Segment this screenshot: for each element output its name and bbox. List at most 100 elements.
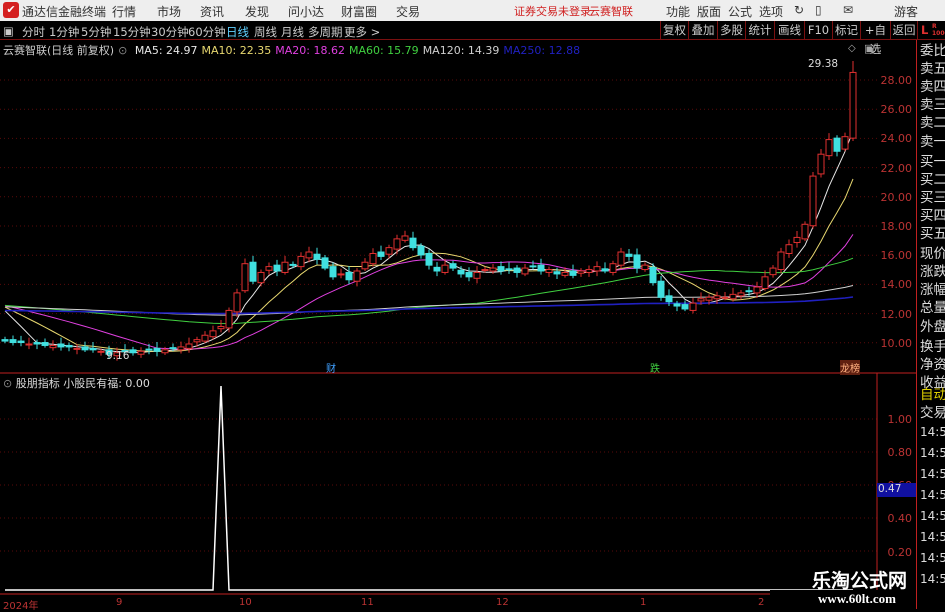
quote-label: 卖四	[920, 79, 945, 96]
candle-body	[689, 302, 697, 311]
quote-label: 卖五	[920, 61, 945, 78]
candle-body	[177, 346, 185, 351]
quote-label: 涨跌	[920, 264, 945, 281]
candle-body	[321, 257, 329, 269]
candle-body	[489, 267, 497, 272]
quote-panel: 委比 卖五 卖四 卖三 卖二 卖一 买一 买二 买三 买四 买五 现价 涨跌 涨幅 总量 外盘 换手 净资 收益 自动…	[916, 40, 945, 609]
dragon-tiger-marker[interactable]: 龙榜	[840, 360, 860, 375]
date-axis-label: 2024年	[3, 601, 39, 612]
candle-body	[481, 269, 489, 272]
candle-body	[465, 271, 473, 278]
candle-body	[729, 293, 737, 300]
candle-body	[625, 253, 633, 257]
candle-body	[457, 269, 465, 275]
candle-body	[513, 267, 521, 273]
candle-body	[753, 286, 761, 294]
price-axis-label: 26.00	[880, 103, 913, 117]
candle-body	[313, 253, 321, 260]
candle-body	[9, 339, 17, 344]
candle-body	[417, 245, 425, 256]
price-axis-label: 28.00	[880, 74, 913, 87]
candle-body	[545, 269, 553, 273]
date-axis-label: 2	[758, 597, 765, 608]
candle-body	[361, 261, 369, 270]
candle-body	[809, 175, 817, 227]
candle-body	[713, 295, 721, 300]
candle-body	[249, 261, 257, 282]
candle-body	[529, 265, 537, 268]
candle-body	[233, 292, 241, 313]
candle-body	[1, 339, 9, 342]
diamond-icon[interactable]: ◇	[848, 43, 856, 54]
indicator-name[interactable]: 股朋指标	[16, 377, 60, 390]
price-axis-label: 24.00	[880, 132, 913, 146]
candle-body	[825, 139, 833, 157]
quote-label: 现价	[920, 246, 945, 263]
candle-body	[225, 309, 233, 329]
date-axis-label: 1	[640, 597, 647, 608]
candle-body	[265, 266, 273, 271]
indicator-line	[5, 385, 853, 591]
candle-body	[433, 266, 441, 272]
candle-body	[161, 349, 169, 354]
candle-body	[377, 251, 385, 257]
candle-body	[449, 263, 457, 269]
indicator-dropdown-icon[interactable]: ⊙	[3, 377, 12, 390]
trade-time: 14:56	[920, 425, 945, 439]
candle-body	[41, 342, 49, 346]
candle-body	[393, 238, 401, 250]
candle-body	[129, 349, 137, 354]
low-price-label: 9.16	[106, 350, 130, 362]
candle-body	[17, 340, 25, 344]
panel-icon[interactable]: ▣	[864, 42, 874, 55]
candle-body	[793, 236, 801, 244]
drop-marker[interactable]: 跌	[650, 360, 660, 375]
candle-body	[297, 255, 305, 268]
candle-body	[497, 266, 505, 272]
quote-label: 总量	[920, 300, 945, 317]
candle-body	[617, 251, 625, 266]
candle-body	[145, 348, 153, 351]
candle-body	[577, 270, 585, 274]
quote-label: 卖一	[920, 133, 945, 150]
candle-body	[289, 263, 297, 266]
candle-body	[257, 271, 265, 284]
candle-body	[721, 296, 729, 299]
trade-time: 14:56	[920, 446, 945, 460]
candle-body	[505, 268, 513, 271]
candle-body	[385, 247, 393, 255]
quote-label: 卖三	[920, 97, 945, 114]
candle-body	[473, 271, 481, 279]
candle-body	[273, 264, 281, 272]
candle-body	[601, 268, 609, 272]
candle-body	[785, 244, 793, 254]
candle-body	[281, 261, 289, 273]
trade-time: 14:56	[920, 467, 945, 481]
candle-body	[209, 330, 217, 338]
watermark-name: 乐淘公式网	[812, 570, 908, 592]
date-axis-label: 11	[361, 597, 374, 608]
auto-button[interactable]: 自动	[920, 386, 945, 404]
candle-body	[97, 350, 105, 353]
candle-body	[817, 153, 825, 175]
candle-body	[369, 252, 377, 265]
quote-label: 卖二	[920, 115, 945, 132]
candle-body	[73, 347, 81, 350]
indicator-current-value: 0.47	[877, 483, 916, 497]
chart-canvas[interactable]	[0, 0, 945, 609]
candle-body	[657, 280, 665, 298]
candle-body	[25, 343, 33, 346]
quote-label: 买四	[920, 207, 945, 224]
candle-body	[649, 266, 657, 284]
candle-body	[49, 344, 57, 349]
candle-body	[737, 292, 745, 297]
candle-body	[201, 334, 209, 342]
candle-body	[801, 223, 809, 240]
candle-body	[409, 237, 417, 249]
indicator-title: ⊙ 股朋指标 小股民有福: 0.00	[3, 375, 150, 391]
quote-label: 涨幅	[920, 282, 945, 299]
trade-time: 14:56	[920, 530, 945, 544]
candle-body	[33, 342, 41, 345]
price-axis-label: 22.00	[880, 161, 913, 175]
finance-marker[interactable]: 财	[326, 360, 336, 375]
